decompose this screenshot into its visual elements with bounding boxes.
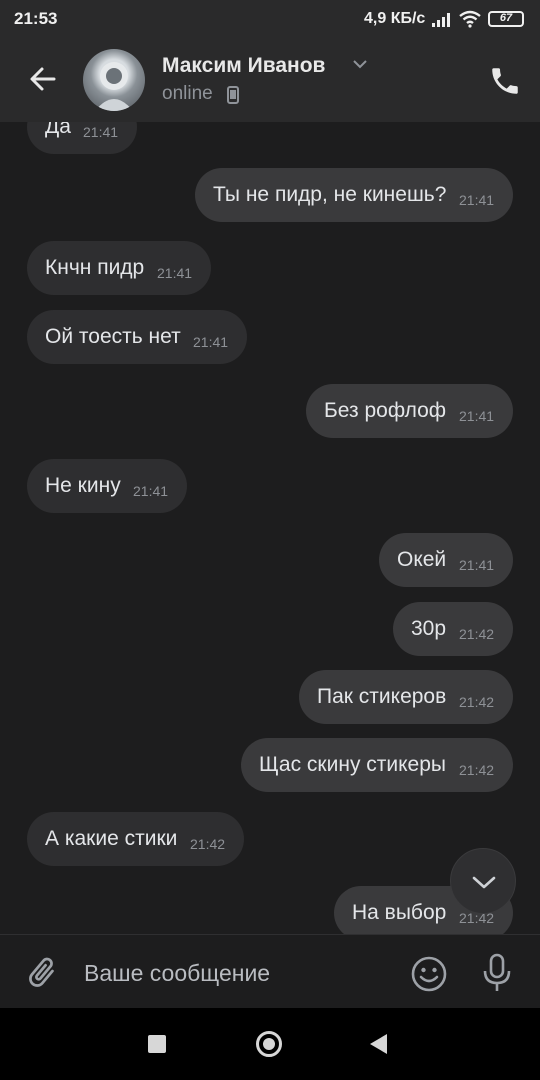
system-nav-bar	[0, 1008, 540, 1080]
chevron-down-icon	[472, 876, 496, 889]
message-text: 30р	[411, 617, 447, 640]
chat-header: Максим Иванов online	[0, 38, 540, 122]
back-icon[interactable]	[370, 1034, 387, 1054]
message-bubble-outgoing[interactable]: 30р 21:42	[393, 602, 513, 656]
status-bar: 21:53 4,9 КБ/с 67	[0, 0, 540, 38]
network-speed: 4,9 КБ/с	[364, 10, 426, 27]
wifi-icon	[459, 10, 481, 28]
microphone-icon[interactable]	[482, 953, 512, 993]
message-time: 21:42	[459, 762, 495, 778]
message-time: 21:42	[190, 836, 226, 852]
message-text: Да	[45, 122, 71, 138]
message-text: Окей	[397, 548, 447, 571]
message-time: 21:41	[459, 557, 495, 573]
message-text: Щас скину стикеры	[259, 753, 447, 776]
message-time: 21:41	[459, 408, 495, 424]
battery-level: 67	[499, 12, 513, 24]
message-bubble-incoming[interactable]: Да 21:41	[27, 122, 137, 154]
message-text: Ты не пидр, не кинешь?	[213, 183, 447, 206]
message-text: Кнчн пидр	[45, 256, 145, 279]
message-text: Без рофлоф	[324, 399, 447, 422]
message-time: 21:41	[157, 265, 193, 281]
battery-icon: 67	[488, 11, 524, 27]
recents-icon[interactable]	[148, 1035, 166, 1053]
home-icon[interactable]	[256, 1031, 282, 1057]
phone-icon[interactable]	[488, 64, 522, 98]
message-time: 21:41	[83, 124, 119, 140]
message-text: Пак стикеров	[317, 685, 447, 708]
message-bubble-incoming[interactable]: Кнчн пидр 21:41	[27, 241, 211, 295]
message-text: Не кину	[45, 474, 121, 497]
message-bubble-incoming[interactable]: А какие стики 21:42	[27, 812, 244, 866]
arrow-left-icon[interactable]	[26, 62, 60, 96]
avatar-image	[95, 62, 133, 111]
message-bubble-outgoing[interactable]: Окей 21:41	[379, 533, 513, 587]
message-composer	[0, 934, 540, 1008]
message-bubble-outgoing[interactable]: Щас скину стикеры 21:42	[241, 738, 513, 792]
message-input[interactable]	[84, 953, 384, 993]
contact-status: online	[162, 83, 213, 104]
mobile-device-icon	[227, 86, 239, 104]
avatar[interactable]	[83, 49, 145, 111]
message-text: На выбор	[352, 901, 447, 924]
message-bubble-outgoing[interactable]: Пак стикеров 21:42	[299, 670, 513, 724]
scroll-down-button[interactable]	[450, 848, 516, 914]
message-time: 21:41	[133, 483, 169, 499]
message-text: А какие стики	[45, 827, 178, 850]
signal-icon	[432, 13, 450, 27]
status-time: 21:53	[14, 9, 58, 28]
message-bubble-incoming[interactable]: Не кину 21:41	[27, 459, 187, 513]
message-bubble-incoming[interactable]: Ой тоесть нет 21:41	[27, 310, 247, 364]
contact-name[interactable]: Максим Иванов	[162, 54, 325, 78]
message-time: 21:41	[459, 192, 495, 208]
message-time: 21:42	[459, 626, 495, 642]
message-bubble-outgoing[interactable]: Без рофлоф 21:41	[306, 384, 513, 438]
message-bubble-outgoing[interactable]: Ты не пидр, не кинешь? 21:41	[195, 168, 513, 222]
message-list[interactable]: Да 21:41 Ты не пидр, не кинешь? 21:41 Кнчн п…	[0, 122, 540, 934]
message-time: 21:41	[193, 334, 229, 350]
chevron-down-icon[interactable]	[352, 59, 368, 69]
paperclip-icon[interactable]	[24, 955, 60, 991]
message-time: 21:42	[459, 694, 495, 710]
message-text: Ой тоесть нет	[45, 325, 181, 348]
smiley-icon[interactable]	[410, 955, 448, 993]
